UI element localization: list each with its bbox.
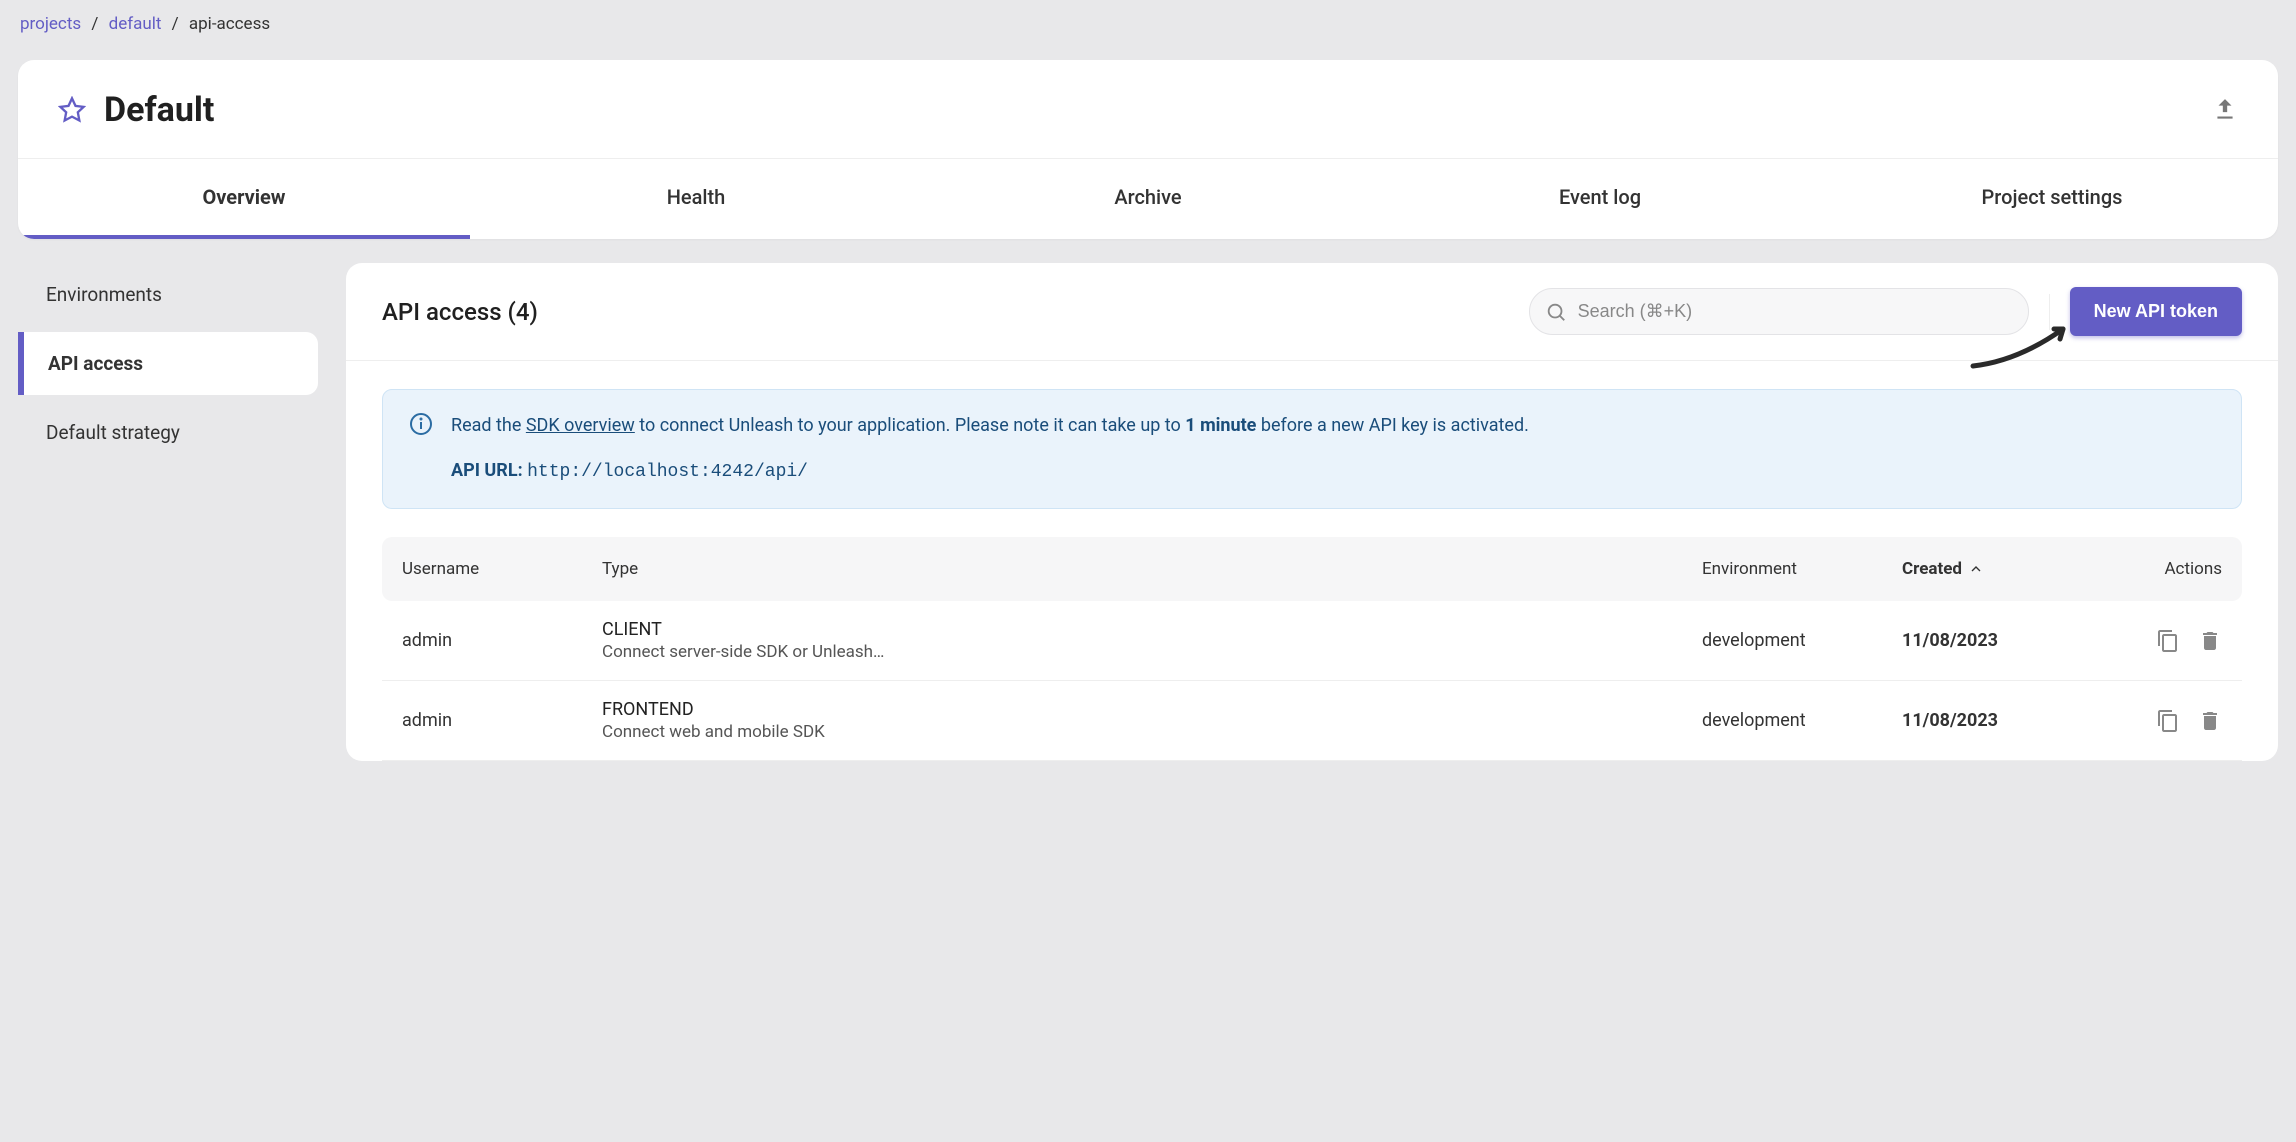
card-header: Default xyxy=(18,60,2278,159)
th-environment[interactable]: Environment xyxy=(1702,559,1902,579)
cell-type-main: CLIENT xyxy=(602,619,1702,640)
cell-created: 11/08/2023 xyxy=(1902,710,2102,731)
sidebar-item-api-access[interactable]: API access xyxy=(18,332,318,395)
api-url-label: API URL: xyxy=(451,460,527,481)
breadcrumb-default[interactable]: default xyxy=(109,14,162,34)
tab-project-settings[interactable]: Project settings xyxy=(1826,159,2278,239)
trash-icon[interactable] xyxy=(2198,629,2222,653)
info-box: Read the SDK overview to connect Unleash… xyxy=(382,389,2242,509)
tab-event-log[interactable]: Event log xyxy=(1374,159,1826,239)
th-created-label: Created xyxy=(1902,559,1962,579)
sort-asc-icon xyxy=(1968,561,1984,577)
sidebar-item-default-strategy[interactable]: Default strategy xyxy=(18,401,318,464)
panel-title: API access (4) xyxy=(382,298,538,326)
th-type[interactable]: Type xyxy=(602,559,1702,579)
trash-icon[interactable] xyxy=(2198,709,2222,733)
info-suffix: before a new API key is activated. xyxy=(1256,415,1528,436)
info-text: Read the SDK overview to connect Unleash… xyxy=(451,412,1529,486)
breadcrumb-current: api-access xyxy=(189,14,270,34)
sidebar-item-environments[interactable]: Environments xyxy=(18,263,318,326)
cell-type: FRONTEND Connect web and mobile SDK xyxy=(602,699,1702,742)
cell-environment: development xyxy=(1702,630,1902,651)
cell-username: admin xyxy=(402,710,602,731)
cell-type-main: FRONTEND xyxy=(602,699,1702,720)
copy-icon[interactable] xyxy=(2156,629,2180,653)
search-wrap xyxy=(1529,288,2029,335)
cell-environment: development xyxy=(1702,710,1902,731)
copy-icon[interactable] xyxy=(2156,709,2180,733)
star-icon[interactable] xyxy=(58,96,86,124)
divider xyxy=(2049,294,2050,330)
tab-overview[interactable]: Overview xyxy=(18,159,470,239)
project-card: Default Overview Health Archive Event lo… xyxy=(18,60,2278,239)
tabs: Overview Health Archive Event log Projec… xyxy=(18,159,2278,239)
cell-type: CLIENT Connect server-side SDK or Unleas… xyxy=(602,619,1702,662)
search-input[interactable] xyxy=(1529,288,2029,335)
cell-type-sub: Connect web and mobile SDK xyxy=(602,722,1702,742)
cell-actions xyxy=(2102,709,2222,733)
table-row: admin CLIENT Connect server-side SDK or … xyxy=(382,601,2242,681)
cell-created: 11/08/2023 xyxy=(1902,630,2102,651)
breadcrumb-sep: / xyxy=(91,14,98,34)
breadcrumb: projects / default / api-access xyxy=(0,0,2296,48)
cell-type-sub: Connect server-side SDK or Unleash… xyxy=(602,642,1702,662)
new-api-token-button[interactable]: New API token xyxy=(2070,287,2242,336)
sidebar: Environments API access Default strategy xyxy=(18,263,318,761)
th-created[interactable]: Created xyxy=(1902,559,2102,579)
th-actions: Actions xyxy=(2102,559,2222,579)
info-icon xyxy=(409,412,433,436)
upload-icon[interactable] xyxy=(2212,97,2238,123)
info-prefix: Read the xyxy=(451,415,526,436)
api-url-value: http://localhost:4242/api/ xyxy=(527,462,808,482)
api-url-line: API URL: http://localhost:4242/api/ xyxy=(451,457,1529,486)
cell-username: admin xyxy=(402,630,602,651)
search-icon xyxy=(1545,301,1567,323)
token-table: Username Type Environment Created Action… xyxy=(382,537,2242,761)
page-title: Default xyxy=(104,90,2212,130)
info-bold: 1 minute xyxy=(1185,415,1256,436)
tab-health[interactable]: Health xyxy=(470,159,922,239)
table-row: admin FRONTEND Connect web and mobile SD… xyxy=(382,681,2242,761)
cell-actions xyxy=(2102,629,2222,653)
main-panel: API access (4) New API token Rea xyxy=(346,263,2278,761)
panel-header: API access (4) New API token xyxy=(346,263,2278,361)
sdk-overview-link[interactable]: SDK overview xyxy=(526,415,635,436)
info-middle: to connect Unleash to your application. … xyxy=(635,415,1185,436)
tab-archive[interactable]: Archive xyxy=(922,159,1374,239)
table-header: Username Type Environment Created Action… xyxy=(382,537,2242,601)
breadcrumb-projects[interactable]: projects xyxy=(20,14,81,34)
th-username[interactable]: Username xyxy=(402,559,602,579)
breadcrumb-sep: / xyxy=(172,14,179,34)
